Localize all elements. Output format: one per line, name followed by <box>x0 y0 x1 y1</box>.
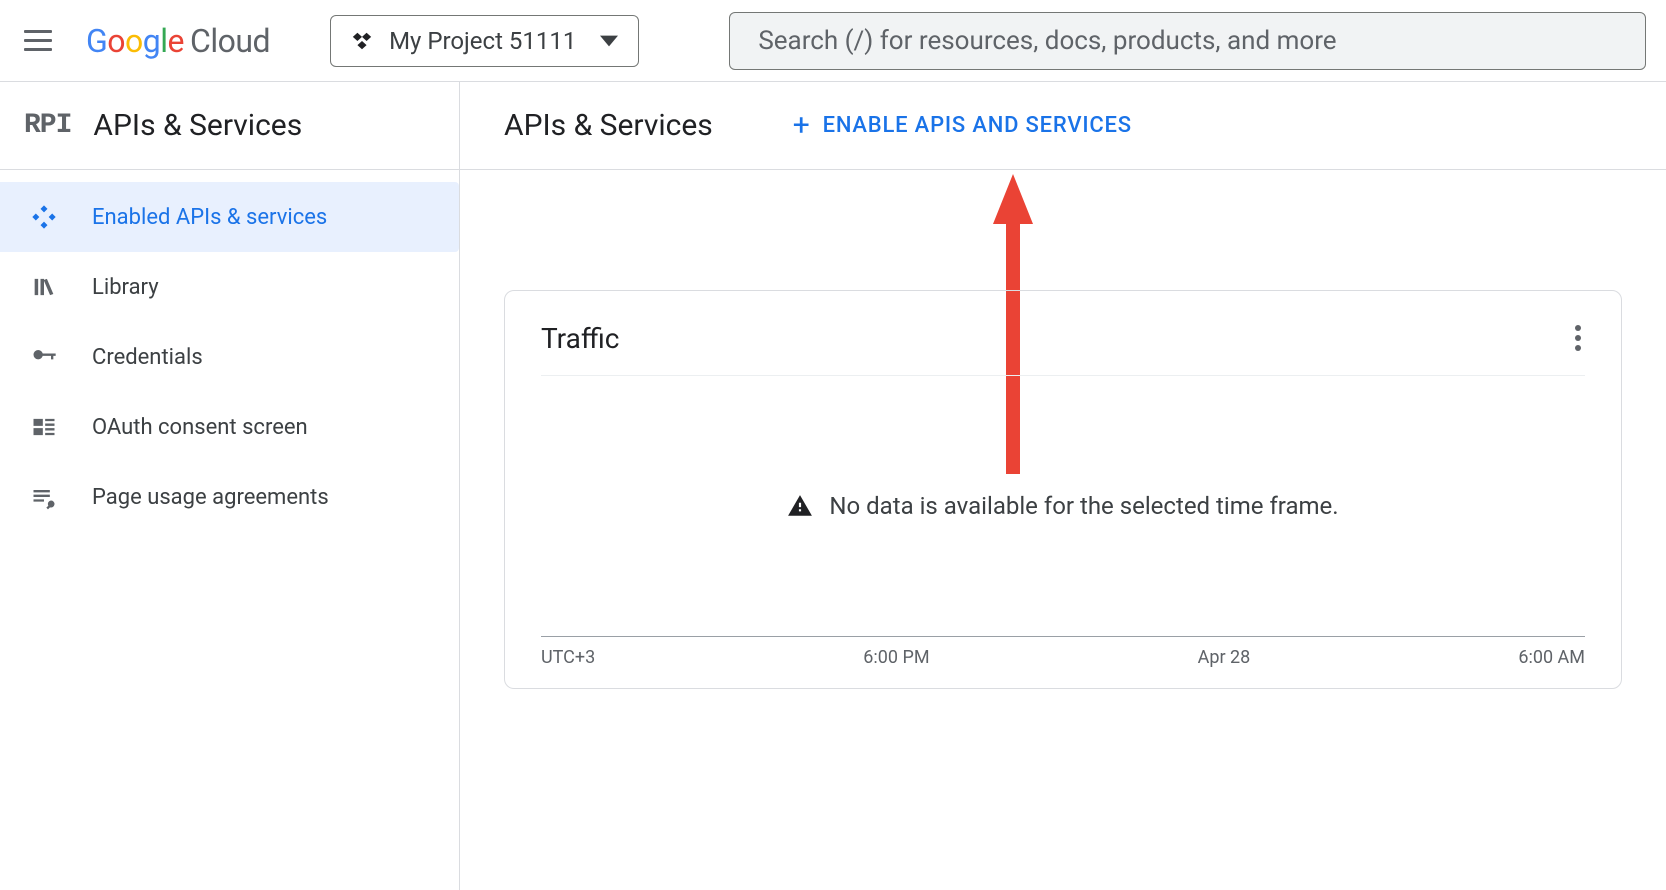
sidebar-item-label: Library <box>92 275 159 300</box>
sidebar-item-label: Credentials <box>92 345 203 370</box>
sidebar-item-enabled-apis[interactable]: Enabled APIs & services <box>0 182 459 252</box>
search-placeholder: Search (/) for resources, docs, products… <box>758 26 1336 56</box>
main-panel: APIs & Services + ENABLE APIS AND SERVIC… <box>460 82 1666 890</box>
empty-state-message: No data is available for the selected ti… <box>829 492 1338 520</box>
sidebar-item-label: Page usage agreements <box>92 485 329 510</box>
axis-tick: 6:00 AM <box>1518 647 1585 668</box>
sidebar-header[interactable]: RPI APIs & Services <box>0 82 459 170</box>
agreements-icon <box>30 483 58 511</box>
chevron-down-icon <box>600 35 618 47</box>
body-layout: RPI APIs & Services Enabled APIs & servi… <box>0 82 1666 890</box>
enable-apis-label: ENABLE APIS AND SERVICES <box>823 113 1132 138</box>
logo-product-text: Cloud <box>190 22 270 60</box>
sidebar-item-oauth-consent[interactable]: OAuth consent screen <box>0 392 459 462</box>
sidebar-item-page-usage-agreements[interactable]: Page usage agreements <box>0 462 459 532</box>
consent-screen-icon <box>30 413 58 441</box>
diamond-icon <box>30 203 58 231</box>
project-hex-icon <box>351 30 373 52</box>
search-input[interactable]: Search (/) for resources, docs, products… <box>729 12 1646 70</box>
google-cloud-logo[interactable]: Google Cloud <box>86 22 270 60</box>
axis-tick: Apr 28 <box>1198 647 1251 668</box>
hamburger-menu-icon[interactable] <box>20 23 56 59</box>
main-header: APIs & Services + ENABLE APIS AND SERVIC… <box>460 82 1666 170</box>
sidebar-item-credentials[interactable]: Credentials <box>0 322 459 392</box>
page-title: APIs & Services <box>504 108 713 143</box>
sidebar-items: Enabled APIs & services Library Credenti… <box>0 170 459 532</box>
project-picker[interactable]: My Project 51111 <box>330 15 639 67</box>
traffic-x-axis: UTC+3 6:00 PM Apr 28 6:00 AM <box>541 636 1585 668</box>
axis-tick: UTC+3 <box>541 647 595 668</box>
traffic-card-header: Traffic <box>541 321 1585 376</box>
sidebar-item-label: OAuth consent screen <box>92 415 308 440</box>
sidebar-title: APIs & Services <box>93 108 302 143</box>
warning-icon <box>787 493 813 519</box>
api-icon: RPI <box>24 110 71 141</box>
traffic-card: Traffic No data is available for the sel… <box>504 290 1622 689</box>
library-icon <box>30 273 58 301</box>
axis-tick: 6:00 PM <box>863 647 929 668</box>
traffic-chart-empty: No data is available for the selected ti… <box>541 376 1585 636</box>
key-icon <box>30 343 58 371</box>
traffic-card-title: Traffic <box>541 322 619 355</box>
enable-apis-button[interactable]: + ENABLE APIS AND SERVICES <box>793 111 1132 141</box>
sidebar: RPI APIs & Services Enabled APIs & servi… <box>0 82 460 890</box>
top-header: Google Cloud My Project 51111 Search (/)… <box>0 0 1666 82</box>
sidebar-item-library[interactable]: Library <box>0 252 459 322</box>
project-name: My Project 51111 <box>389 27 576 55</box>
card-kebab-menu[interactable] <box>1571 321 1585 355</box>
plus-icon: + <box>793 111 811 141</box>
sidebar-item-label: Enabled APIs & services <box>92 205 327 230</box>
